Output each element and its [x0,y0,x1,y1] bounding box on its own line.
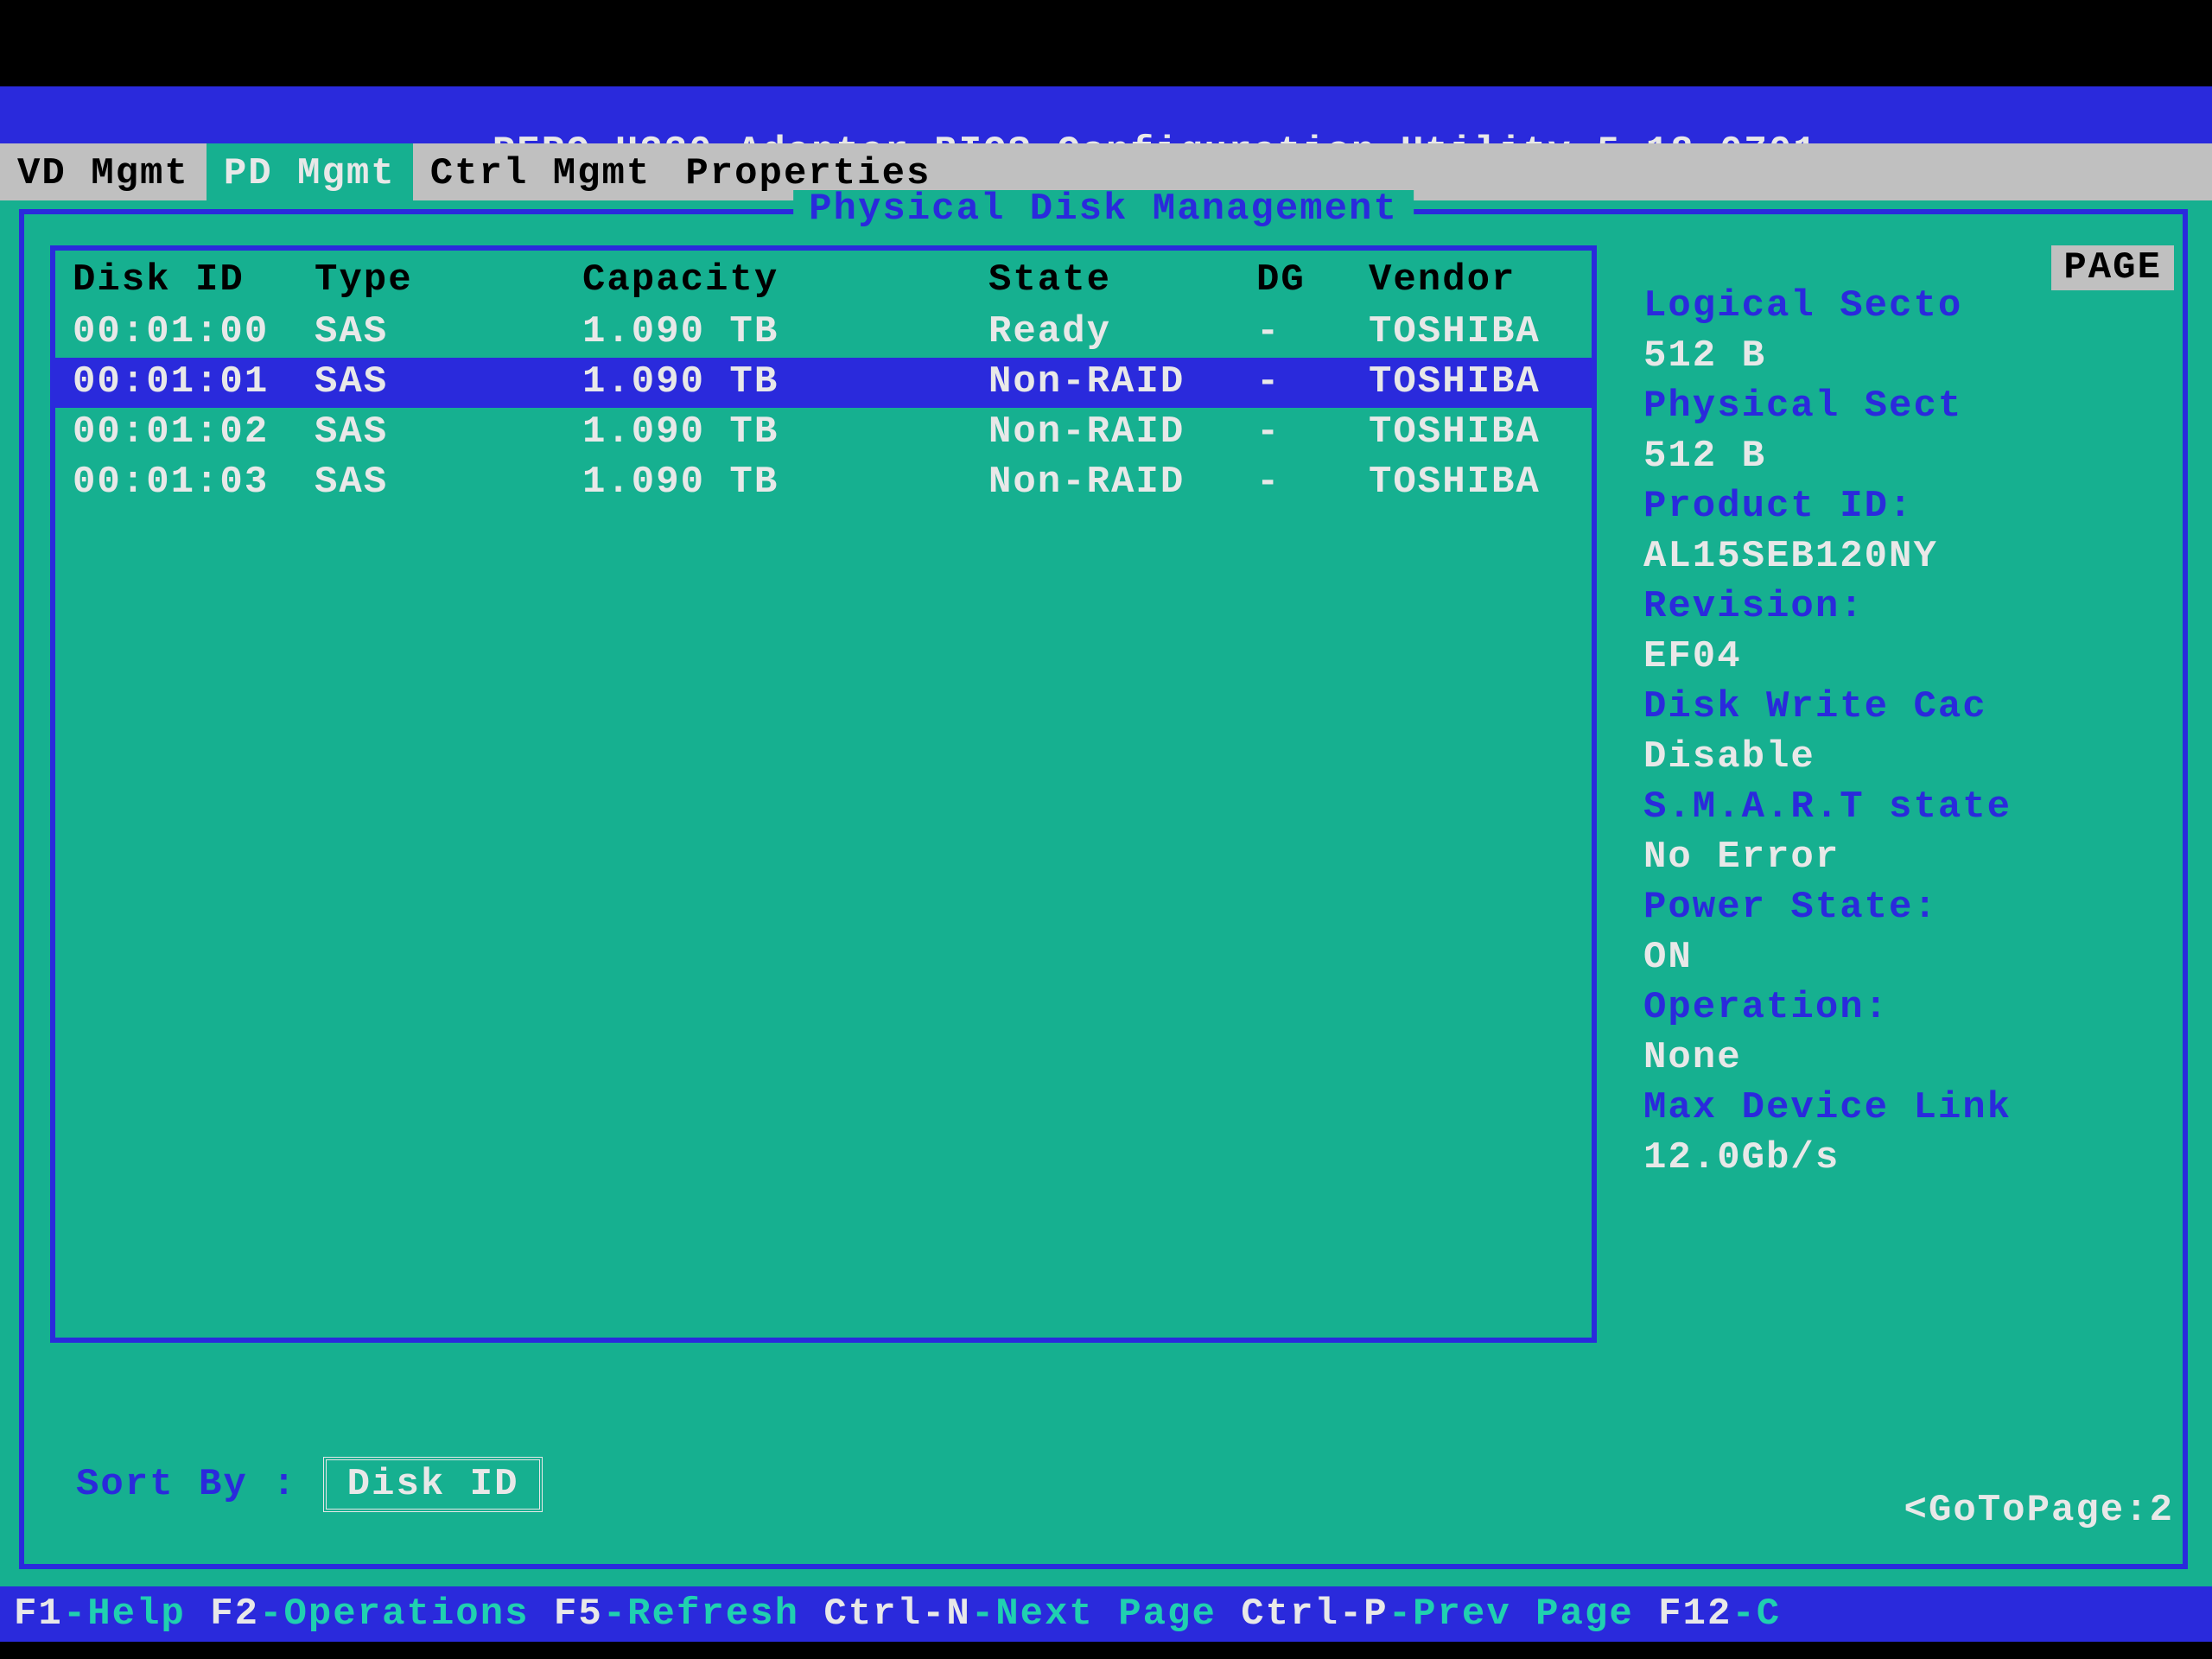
hint-help: -Help [63,1592,210,1636]
col-header-type: Type [315,261,470,299]
help-bar: F1-Help F2-Operations F5-Refresh Ctrl-N-… [0,1586,2212,1642]
cell-capacity: 1.090 TB [582,413,842,451]
cell-vendor: TOSHIBA [1369,413,1593,451]
prop-value-power-state: ON [1643,938,2174,988]
prop-value-operation: None [1643,1039,2174,1089]
key-f5: F5 [554,1592,603,1636]
cell-state: Non-RAID [988,463,1248,501]
hint-refresh: -Refresh [603,1592,824,1636]
prop-value-product-id: AL15SEB120NY [1643,537,2174,588]
tab-ctrl-mgmt[interactable]: Ctrl Mgmt [413,143,669,200]
hint-next-page: -Next Page [971,1592,1241,1636]
key-f2: F2 [210,1592,259,1636]
cell-diskid: 00:01:02 [73,413,315,451]
prop-label-operation: Operation: [1643,988,2174,1039]
key-ctrl-p: Ctrl-P [1241,1592,1388,1636]
sort-by-value[interactable]: Disk ID [323,1457,543,1512]
sort-by-control: Sort By : Disk ID [76,1457,543,1512]
prop-label-write-cache: Disk Write Cac [1643,688,2174,738]
prop-label-max-link: Max Device Link [1643,1089,2174,1139]
key-f12: F12 [1658,1592,1732,1636]
disk-row[interactable]: 00:01:00 SAS 1.090 TB Ready - TOSHIBA [55,308,1592,358]
tab-vd-mgmt[interactable]: VD Mgmt [0,143,207,200]
cell-type: SAS [315,313,470,351]
cell-capacity: 1.090 TB [582,313,842,351]
cell-state: Non-RAID [988,363,1248,401]
prop-value-smart-state: No Error [1643,838,2174,888]
prop-label-smart-state: S.M.A.R.T state [1643,788,2174,838]
cell-vendor: TOSHIBA [1369,313,1593,351]
cell-type: SAS [315,463,470,501]
cell-vendor: TOSHIBA [1369,463,1593,501]
property-panel: PAGE Logical Secto 512 B Physical Sect 5… [1640,245,2174,1529]
outer-frame: Physical Disk Management Disk ID Type Ca… [19,209,2188,1569]
cell-diskid: 00:01:00 [73,313,315,351]
cell-vendor: TOSHIBA [1369,363,1593,401]
cell-dg: - [1256,363,1343,401]
col-header-diskid: Disk ID [73,261,315,299]
prop-value-physical-sector: 512 B [1643,437,2174,487]
panel-title: Physical Disk Management [793,190,1414,228]
col-header-vendor: Vendor [1369,261,1593,299]
cell-dg: - [1256,463,1343,501]
prop-label-revision: Revision: [1643,588,2174,638]
cell-diskid: 00:01:03 [73,463,315,501]
prop-value-logical-sector: 512 B [1643,337,2174,387]
title-bar: PERC H330 Adapter BIOS Configuration Uti… [0,86,2212,143]
disk-row[interactable]: 00:01:03 SAS 1.090 TB Non-RAID - TOSHIBA [55,458,1592,508]
hint-prev-page: -Prev Page [1389,1592,1658,1636]
main-body: Physical Disk Management Disk ID Type Ca… [0,200,2212,1586]
cell-dg: - [1256,313,1343,351]
disk-list-box: Disk ID Type Capacity State DG Vendor 00… [50,245,1597,1343]
cell-capacity: 1.090 TB [582,463,842,501]
goto-page-hint: <GoToPage:2 [1904,1491,2174,1529]
cell-capacity: 1.090 TB [582,363,842,401]
col-header-dg: DG [1256,261,1343,299]
prop-label-physical-sector: Physical Sect [1643,387,2174,437]
hint-operations: -Operations [259,1592,554,1636]
cell-type: SAS [315,413,470,451]
col-header-capacity: Capacity [582,261,842,299]
cell-state: Ready [988,313,1248,351]
disk-row[interactable]: 00:01:01 SAS 1.090 TB Non-RAID - TOSHIBA [55,358,1592,408]
page-indicator: PAGE [2051,245,2174,290]
prop-label-power-state: Power State: [1643,888,2174,938]
key-f1: F1 [14,1592,63,1636]
prop-value-write-cache: Disable [1643,738,2174,788]
hint-f12: -C [1732,1592,1781,1636]
cell-state: Non-RAID [988,413,1248,451]
tab-pd-mgmt[interactable]: PD Mgmt [207,143,413,200]
disk-table-header: Disk ID Type Capacity State DG Vendor [55,256,1592,306]
prop-label-product-id: Product ID: [1643,487,2174,537]
cell-type: SAS [315,363,470,401]
col-header-state: State [988,261,1248,299]
key-ctrl-n: Ctrl-N [823,1592,970,1636]
disk-row[interactable]: 00:01:02 SAS 1.090 TB Non-RAID - TOSHIBA [55,408,1592,458]
prop-value-max-link: 12.0Gb/s [1643,1139,2174,1189]
prop-label-logical-sector: Logical Secto [1643,287,2174,337]
cell-diskid: 00:01:01 [73,363,315,401]
cell-dg: - [1256,413,1343,451]
prop-value-revision: EF04 [1643,638,2174,688]
sort-by-label: Sort By : [76,1465,297,1503]
